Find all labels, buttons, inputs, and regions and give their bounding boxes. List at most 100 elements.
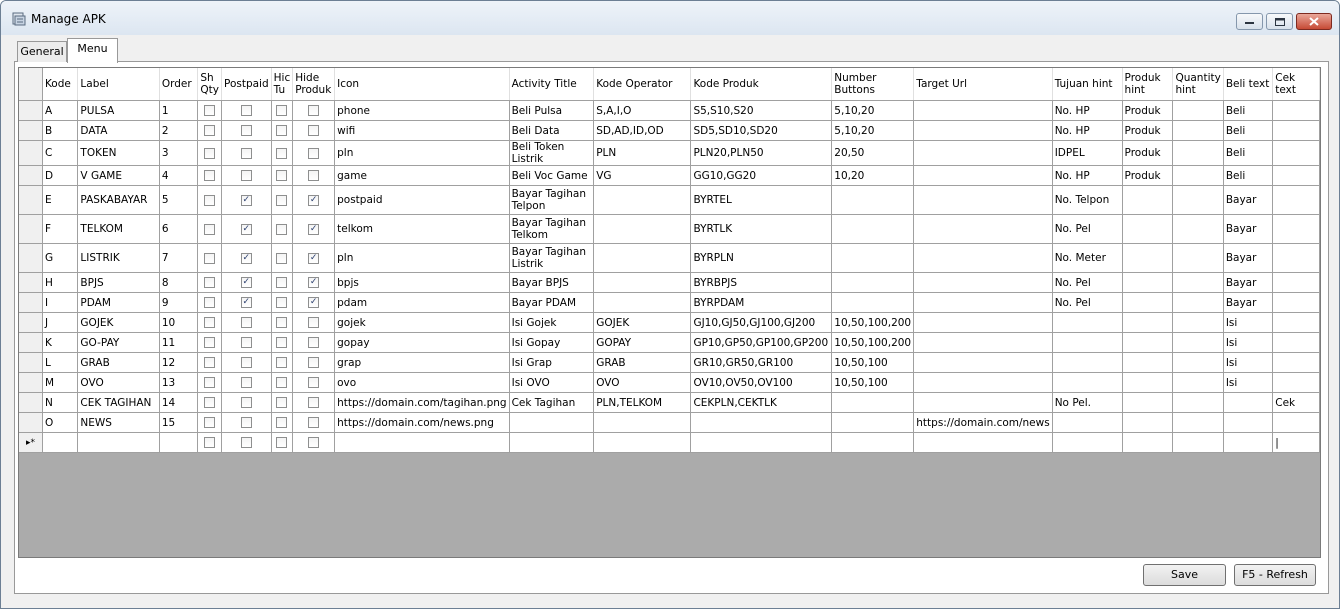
postpaid-checkbox[interactable]: ✓ [240, 297, 252, 308]
cell-kode[interactable]: M [42, 372, 79, 393]
table-row[interactable]: DV GAME 4 game Beli Voc Game VG GG10,GG20 10,2… [19, 165, 1320, 186]
cell-activity[interactable]: Cek Tagihan [509, 392, 595, 413]
cell-tujuan[interactable]: No. HP [1052, 100, 1123, 121]
col-icon[interactable]: Icon [334, 68, 510, 101]
table-row[interactable]: I PDAM 9 ✓ ✓ pdam Bayar PDAM BYRPDAM No. Pel Baya… [19, 292, 1320, 313]
new-row-checkbox[interactable] [308, 437, 320, 448]
save-button[interactable]: Save [1143, 564, 1226, 586]
table-row[interactable]: N CEK TAGIHAN 14 https://domain.com/tagihan… [19, 392, 1320, 413]
cell-qty[interactable] [1172, 392, 1224, 413]
new-row-cell[interactable] [77, 432, 160, 453]
postpaid-checkbox[interactable] [240, 170, 252, 181]
postpaid-checkbox[interactable] [240, 105, 252, 116]
cell-target[interactable] [913, 372, 1053, 393]
hidetu-checkbox[interactable] [276, 297, 288, 308]
postpaid-checkbox[interactable] [240, 337, 252, 348]
cell-produkhint[interactable] [1122, 392, 1174, 413]
cell-qty[interactable] [1172, 165, 1224, 186]
row-header[interactable] [19, 140, 43, 166]
hideproduk-checkbox[interactable] [308, 147, 320, 159]
cell-beli[interactable]: Isi [1223, 332, 1274, 353]
new-row-cell[interactable] [159, 432, 199, 453]
cell-qty[interactable] [1172, 100, 1224, 121]
cell-tujuan[interactable] [1052, 372, 1123, 393]
hidetu-checkbox[interactable] [276, 252, 288, 264]
cell-cek[interactable] [1272, 352, 1320, 373]
cell-produk[interactable]: OV10,OV50,OV100 [690, 372, 833, 393]
cell-order[interactable]: 12 [159, 352, 199, 373]
cell-produkhint[interactable] [1122, 272, 1174, 293]
cell-qty[interactable] [1172, 412, 1224, 433]
cell-kode[interactable]: L [42, 352, 79, 373]
table-row[interactable]: M OVO 13 ovo Isi OVO OVO OV10,OV50,OV100 10,50,… [19, 372, 1320, 393]
cell-numbers[interactable]: 20,50 [831, 140, 915, 166]
cell-produkhint[interactable] [1122, 185, 1174, 215]
hideproduk-checkbox[interactable] [308, 417, 320, 428]
cell-activity[interactable]: Beli Pulsa [509, 100, 595, 121]
cell-order[interactable]: 2 [159, 120, 199, 141]
cell-icon[interactable]: game [334, 165, 510, 186]
cell-order[interactable]: 11 [159, 332, 199, 353]
col-number-buttons[interactable]: Number Buttons [831, 68, 915, 101]
cell-activity[interactable]: Bayar PDAM [509, 292, 595, 313]
cell-icon[interactable]: grap [334, 352, 510, 373]
cell-produk[interactable]: GG10,GG20 [690, 165, 833, 186]
cell-order[interactable]: 6 [159, 214, 199, 244]
cell-tujuan[interactable] [1052, 412, 1123, 433]
cell-produk[interactable]: BYRTLK [690, 214, 833, 244]
cell-label[interactable]: PDAM [77, 292, 160, 313]
cell-produk[interactable]: BYRBPJS [690, 272, 833, 293]
cell-beli[interactable]: Bayar [1223, 272, 1274, 293]
cell-numbers[interactable] [831, 214, 915, 244]
cell-icon[interactable]: gojek [334, 312, 510, 333]
cell-tujuan[interactable]: No. HP [1052, 120, 1123, 141]
new-row-cell[interactable] [1052, 432, 1123, 453]
table-row[interactable]: L GRAB 12 grap Isi Grap GRAB GR10,GR50,GR100 10… [19, 352, 1320, 373]
new-row-cell[interactable] [292, 432, 336, 453]
postpaid-checkbox[interactable]: ✓ [240, 277, 252, 288]
col-quantity-hint[interactable]: Quantity hint [1172, 68, 1224, 101]
shqty-checkbox[interactable] [204, 194, 216, 206]
cell-qty[interactable] [1172, 332, 1224, 353]
cell-order[interactable]: 9 [159, 292, 199, 313]
hideproduk-checkbox[interactable]: ✓ [308, 252, 320, 264]
col-cek-text[interactable]: Cek text [1272, 68, 1320, 101]
cell-target[interactable] [913, 120, 1053, 141]
cell-operator[interactable]: GOPAY [593, 332, 692, 353]
cell-icon[interactable]: https://domain.com/tagihan.png [334, 392, 510, 413]
cell-produkhint[interactable] [1122, 352, 1174, 373]
cell-activity[interactable]: Bayar Tagihan Telkom [509, 214, 595, 244]
shqty-checkbox[interactable] [204, 105, 216, 116]
menu-grid[interactable]: Kode Label Order Sh Qty Postpaid Hic Tu … [18, 67, 1321, 558]
cell-produk[interactable] [690, 412, 833, 433]
cell-order[interactable]: 13 [159, 372, 199, 393]
new-row-cell[interactable] [1223, 432, 1274, 453]
col-kode-produk[interactable]: Kode Produk [690, 68, 833, 101]
new-row-cell[interactable] [831, 432, 915, 453]
cell-beli[interactable]: Bayar [1223, 243, 1274, 273]
row-header[interactable] [19, 185, 43, 215]
hideproduk-checkbox[interactable] [308, 125, 320, 136]
cell-produk[interactable]: CEKPLN,CEKTLK [690, 392, 833, 413]
cell-kode[interactable]: C [42, 140, 79, 166]
cell-target[interactable] [913, 352, 1053, 373]
hideproduk-checkbox[interactable] [308, 337, 320, 348]
cell-cek[interactable] [1272, 312, 1320, 333]
cell-tujuan[interactable]: IDPEL [1052, 140, 1123, 166]
cell-order[interactable]: 10 [159, 312, 199, 333]
postpaid-checkbox[interactable] [240, 397, 252, 408]
postpaid-checkbox[interactable] [240, 417, 252, 428]
cell-order[interactable]: 14 [159, 392, 199, 413]
cell-activity[interactable]: Isi Gojek [509, 312, 595, 333]
cell-order[interactable]: 8 [159, 272, 199, 293]
table-row[interactable]: O NEWS 15 https://domain.com/news.png https:… [19, 412, 1320, 433]
cell-order[interactable]: 7 [159, 243, 199, 273]
new-row-cell[interactable] [221, 432, 272, 453]
cell-target[interactable] [913, 272, 1053, 293]
col-order[interactable]: Order [159, 68, 199, 101]
cell-icon[interactable]: wifi [334, 120, 510, 141]
cell-cek[interactable] [1272, 372, 1320, 393]
cell-beli[interactable]: Isi [1223, 352, 1274, 373]
col-beli-text[interactable]: Beli text [1223, 68, 1274, 101]
cell-target[interactable] [913, 214, 1053, 244]
